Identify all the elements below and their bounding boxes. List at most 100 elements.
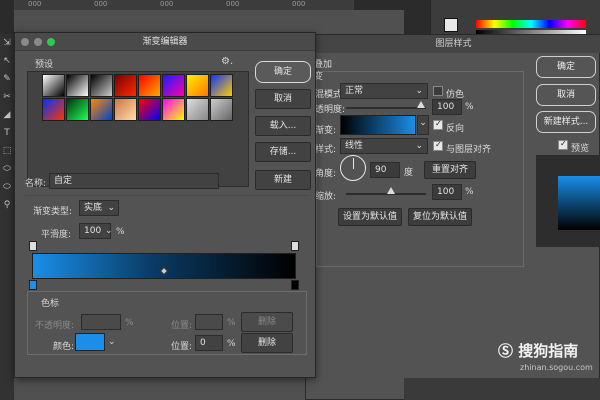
style-label: 样式: <box>315 145 337 155</box>
gradient-preset-swatch[interactable] <box>186 98 209 121</box>
hue-spectrum-bar[interactable] <box>476 20 586 28</box>
tool-icon[interactable]: ⚲ <box>0 196 14 214</box>
gradient-preset-swatch[interactable] <box>162 98 185 121</box>
chevron-down-icon: ⌄ <box>419 118 427 128</box>
gradient-editor-title: 渐变编辑器 <box>15 33 315 51</box>
minimize-window-button[interactable] <box>34 38 42 46</box>
stop-opacity-location-unit: % <box>227 318 236 328</box>
scale-slider-thumb[interactable] <box>387 187 395 194</box>
ok-button[interactable]: 确定 <box>536 56 596 78</box>
preview-checkbox[interactable] <box>558 139 568 150</box>
tool-icon[interactable]: ✂ <box>0 88 14 106</box>
name-input[interactable]: 自定 <box>49 173 219 189</box>
cancel-button[interactable]: 取消 <box>255 89 311 109</box>
tool-icon[interactable]: ✎ <box>0 70 14 88</box>
blend-mode-select[interactable]: 正常 ⌄ <box>340 83 428 99</box>
zoom-window-button[interactable] <box>47 38 55 46</box>
color-stop-left[interactable] <box>29 280 37 290</box>
watermark-logo: Ⓢ 搜狗指南 <box>498 342 579 360</box>
chevron-down-icon: ⌄ <box>415 141 423 151</box>
dither-checkbox[interactable] <box>433 86 443 96</box>
angle-unit: 度 <box>404 168 414 178</box>
gradient-swatch[interactable] <box>340 115 416 135</box>
gradient-preset-swatch[interactable] <box>138 74 161 97</box>
gradient-preset-swatch[interactable] <box>186 74 209 97</box>
stop-color-swatch[interactable] <box>75 333 105 351</box>
scale-unit: % <box>465 187 474 197</box>
chevron-down-icon[interactable]: ⌄ <box>108 337 116 347</box>
set-default-button[interactable]: 设置为默认值 <box>338 208 402 226</box>
ruler-tick: 000 <box>226 0 240 8</box>
chevron-down-icon: ⌄ <box>415 86 423 96</box>
gradient-preset-swatch[interactable] <box>138 98 161 121</box>
stop-opacity-location-input[interactable] <box>195 314 223 330</box>
gradient-preset-swatch[interactable] <box>210 74 233 97</box>
delete-opacity-stop-button[interactable]: 删除 <box>241 312 293 332</box>
stop-color-label: 颜色: <box>53 342 75 352</box>
cancel-button[interactable]: 取消 <box>536 84 596 106</box>
ruler-tick: 000 <box>94 0 108 8</box>
tool-icon[interactable]: ⬭ <box>0 178 14 196</box>
color-stop-right[interactable] <box>291 280 299 290</box>
tool-icon[interactable]: ↖ <box>0 52 14 70</box>
gear-icon[interactable]: ⚙. <box>221 56 233 67</box>
stop-opacity-unit: % <box>125 318 134 328</box>
close-window-button[interactable] <box>21 38 29 46</box>
align-with-layer-checkbox[interactable] <box>433 140 443 151</box>
scale-input[interactable]: 100 <box>432 184 462 200</box>
chevron-down-icon[interactable]: ⌄ <box>105 226 113 236</box>
gradient-preset-swatch[interactable] <box>114 98 137 121</box>
gradient-preset-swatch[interactable] <box>42 74 65 97</box>
tool-strip: ⇲ ↖ ✎ ✂ ◢ T ⬚ ⬭ ⬭ ⚲ <box>0 34 14 400</box>
delete-color-stop-button[interactable]: 删除 <box>241 333 293 353</box>
ruler: 000 000 000 000 000 <box>14 0 354 10</box>
style-select[interactable]: 线性 ⌄ <box>340 138 428 154</box>
stop-opacity-input[interactable] <box>81 314 121 330</box>
gradient-preset-swatch[interactable] <box>42 98 65 121</box>
opacity-input[interactable]: 100 <box>432 99 462 115</box>
gradient-preset-swatch[interactable] <box>66 74 89 97</box>
ok-button[interactable]: 确定 <box>255 61 311 83</box>
gradient-preset-swatch[interactable] <box>210 98 233 121</box>
gradient-editor-dialog: 渐变编辑器 预设 ⚙. 确定 取消 载入... 存储... 名称: 自定 新建 … <box>14 32 316 378</box>
opacity-stop-left[interactable] <box>29 241 37 251</box>
tool-icon[interactable]: ⬚ <box>0 142 14 160</box>
background-color-swatch[interactable] <box>444 18 458 32</box>
reset-alignment-button[interactable]: 重置对齐 <box>424 161 476 179</box>
gradient-preset-swatch[interactable] <box>90 98 113 121</box>
tool-icon[interactable]: ⬭ <box>0 160 14 178</box>
gradient-picker-dropdown[interactable]: ⌄ <box>417 115 429 135</box>
opacity-slider-track[interactable] <box>346 107 426 109</box>
watermark-url: zhinan.sogou.com <box>520 363 593 372</box>
preview-label: 预览 <box>571 144 590 154</box>
presets-panel <box>27 71 249 187</box>
angle-input[interactable]: 90 <box>370 162 400 178</box>
chevron-down-icon: ⌄ <box>107 203 115 213</box>
angle-dial-needle <box>353 158 354 169</box>
reverse-checkbox[interactable] <box>433 119 443 130</box>
stop-color-location-label: 位置: <box>171 342 193 352</box>
scale-slider-track[interactable] <box>346 193 426 195</box>
gradient-type-label: 渐变类型: <box>33 207 73 217</box>
new-button[interactable]: 新建 <box>255 170 311 190</box>
gradient-label: 渐变: <box>315 126 337 136</box>
opacity-stop-right[interactable] <box>291 241 299 251</box>
gradient-preset-swatch[interactable] <box>162 74 185 97</box>
gradient-preset-swatch[interactable] <box>114 74 137 97</box>
tool-icon[interactable]: T <box>0 124 14 142</box>
angle-label: 角度: <box>315 169 337 179</box>
tool-icon[interactable]: ⇲ <box>0 34 14 52</box>
gradient-type-select[interactable]: 实底 ⌄ <box>79 200 119 216</box>
stop-color-location-input[interactable]: 0 <box>195 335 223 351</box>
gradient-preset-swatch[interactable] <box>90 74 113 97</box>
opacity-slider-thumb[interactable] <box>417 101 425 108</box>
save-button[interactable]: 存储... <box>255 142 311 162</box>
load-button[interactable]: 载入... <box>255 116 311 136</box>
reset-default-button[interactable]: 复位为默认值 <box>408 208 472 226</box>
preview-gradient-fill <box>558 176 600 230</box>
tool-icon[interactable]: ◢ <box>0 106 14 124</box>
style-value: 线性 <box>345 141 364 151</box>
angle-dial[interactable] <box>340 155 366 181</box>
new-style-button[interactable]: 新建样式... <box>536 111 596 133</box>
gradient-preset-swatch[interactable] <box>66 98 89 121</box>
